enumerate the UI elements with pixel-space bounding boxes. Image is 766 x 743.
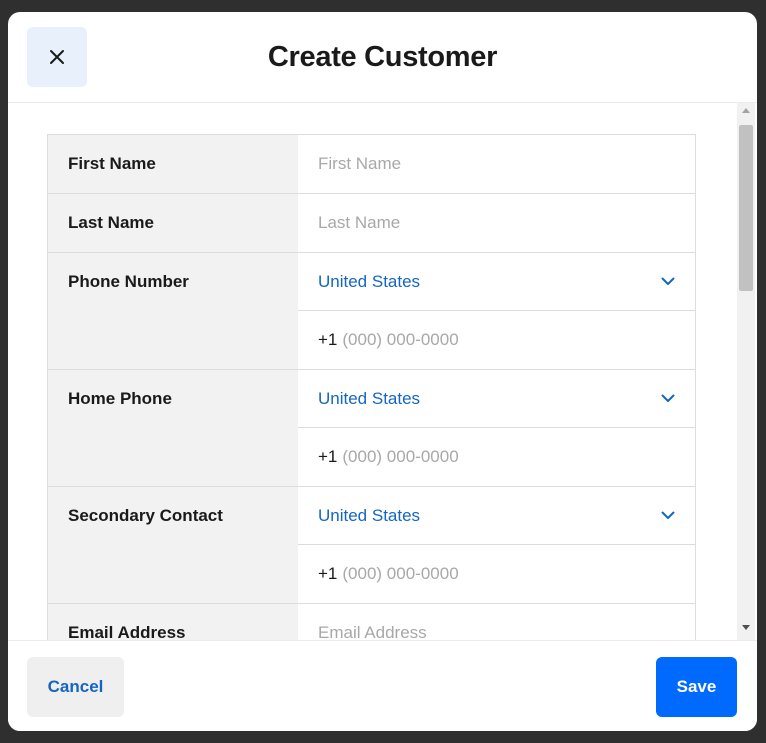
first-name-placeholder: First Name — [318, 154, 402, 173]
customer-form: First Name First Name Last Name Last Nam… — [47, 134, 696, 640]
phone-number-country-select[interactable]: United States — [298, 253, 695, 311]
secondary-contact-placeholder: (000) 000-0000 — [342, 564, 459, 583]
modal-body: First Name First Name Last Name Last Nam… — [8, 103, 757, 640]
form-row-phone-number: Phone Number United States +1 (000) 000-… — [48, 253, 695, 370]
last-name-placeholder: Last Name — [318, 213, 401, 232]
email-label: Email Address — [48, 604, 298, 640]
chevron-down-icon — [661, 394, 675, 403]
home-phone-label: Home Phone — [48, 370, 298, 486]
scroll-up-icon[interactable] — [742, 108, 750, 113]
form-row-secondary-contact: Secondary Contact United States +1 (000)… — [48, 487, 695, 604]
chevron-down-icon — [661, 277, 675, 286]
phone-number-label: Phone Number — [48, 253, 298, 369]
first-name-input[interactable]: First Name — [298, 135, 695, 193]
chevron-down-icon — [661, 511, 675, 520]
scroll-thumb[interactable] — [739, 125, 753, 291]
home-phone-country-value: United States — [318, 388, 421, 408]
last-name-label: Last Name — [48, 194, 298, 252]
cancel-button[interactable]: Cancel — [27, 657, 124, 717]
first-name-label: First Name — [48, 135, 298, 193]
form-row-last-name: Last Name Last Name — [48, 194, 695, 253]
secondary-contact-input[interactable]: +1 (000) 000-0000 — [298, 545, 695, 603]
email-input[interactable]: Email Address — [298, 604, 695, 640]
phone-number-placeholder: (000) 000-0000 — [342, 330, 459, 349]
form-row-email: Email Address Email Address — [48, 604, 695, 640]
phone-number-input[interactable]: +1 (000) 000-0000 — [298, 311, 695, 369]
phone-number-country-value: United States — [318, 271, 421, 291]
secondary-contact-label: Secondary Contact — [48, 487, 298, 603]
form-row-first-name: First Name First Name — [48, 135, 695, 194]
modal-title: Create Customer — [267, 41, 498, 73]
close-icon — [50, 50, 64, 64]
form-row-home-phone: Home Phone United States +1 (000) 000-00… — [48, 370, 695, 487]
modal-header: Create Customer — [8, 12, 757, 103]
vertical-scrollbar[interactable] — [737, 103, 755, 640]
create-customer-modal: Create Customer First Name First Name La… — [8, 12, 757, 731]
scroll-down-icon[interactable] — [742, 625, 750, 630]
save-button[interactable]: Save — [656, 657, 737, 717]
home-phone-placeholder: (000) 000-0000 — [342, 447, 459, 466]
secondary-contact-country-value: United States — [318, 505, 421, 525]
home-phone-country-select[interactable]: United States — [298, 370, 695, 428]
home-phone-input[interactable]: +1 (000) 000-0000 — [298, 428, 695, 486]
home-phone-prefix: +1 — [318, 447, 338, 466]
last-name-input[interactable]: Last Name — [298, 194, 695, 252]
secondary-contact-prefix: +1 — [318, 564, 338, 583]
modal-footer: Cancel Save — [8, 640, 757, 731]
phone-number-prefix: +1 — [318, 330, 338, 349]
secondary-contact-country-select[interactable]: United States — [298, 487, 695, 545]
close-button[interactable] — [27, 27, 87, 87]
email-placeholder: Email Address — [318, 623, 427, 640]
